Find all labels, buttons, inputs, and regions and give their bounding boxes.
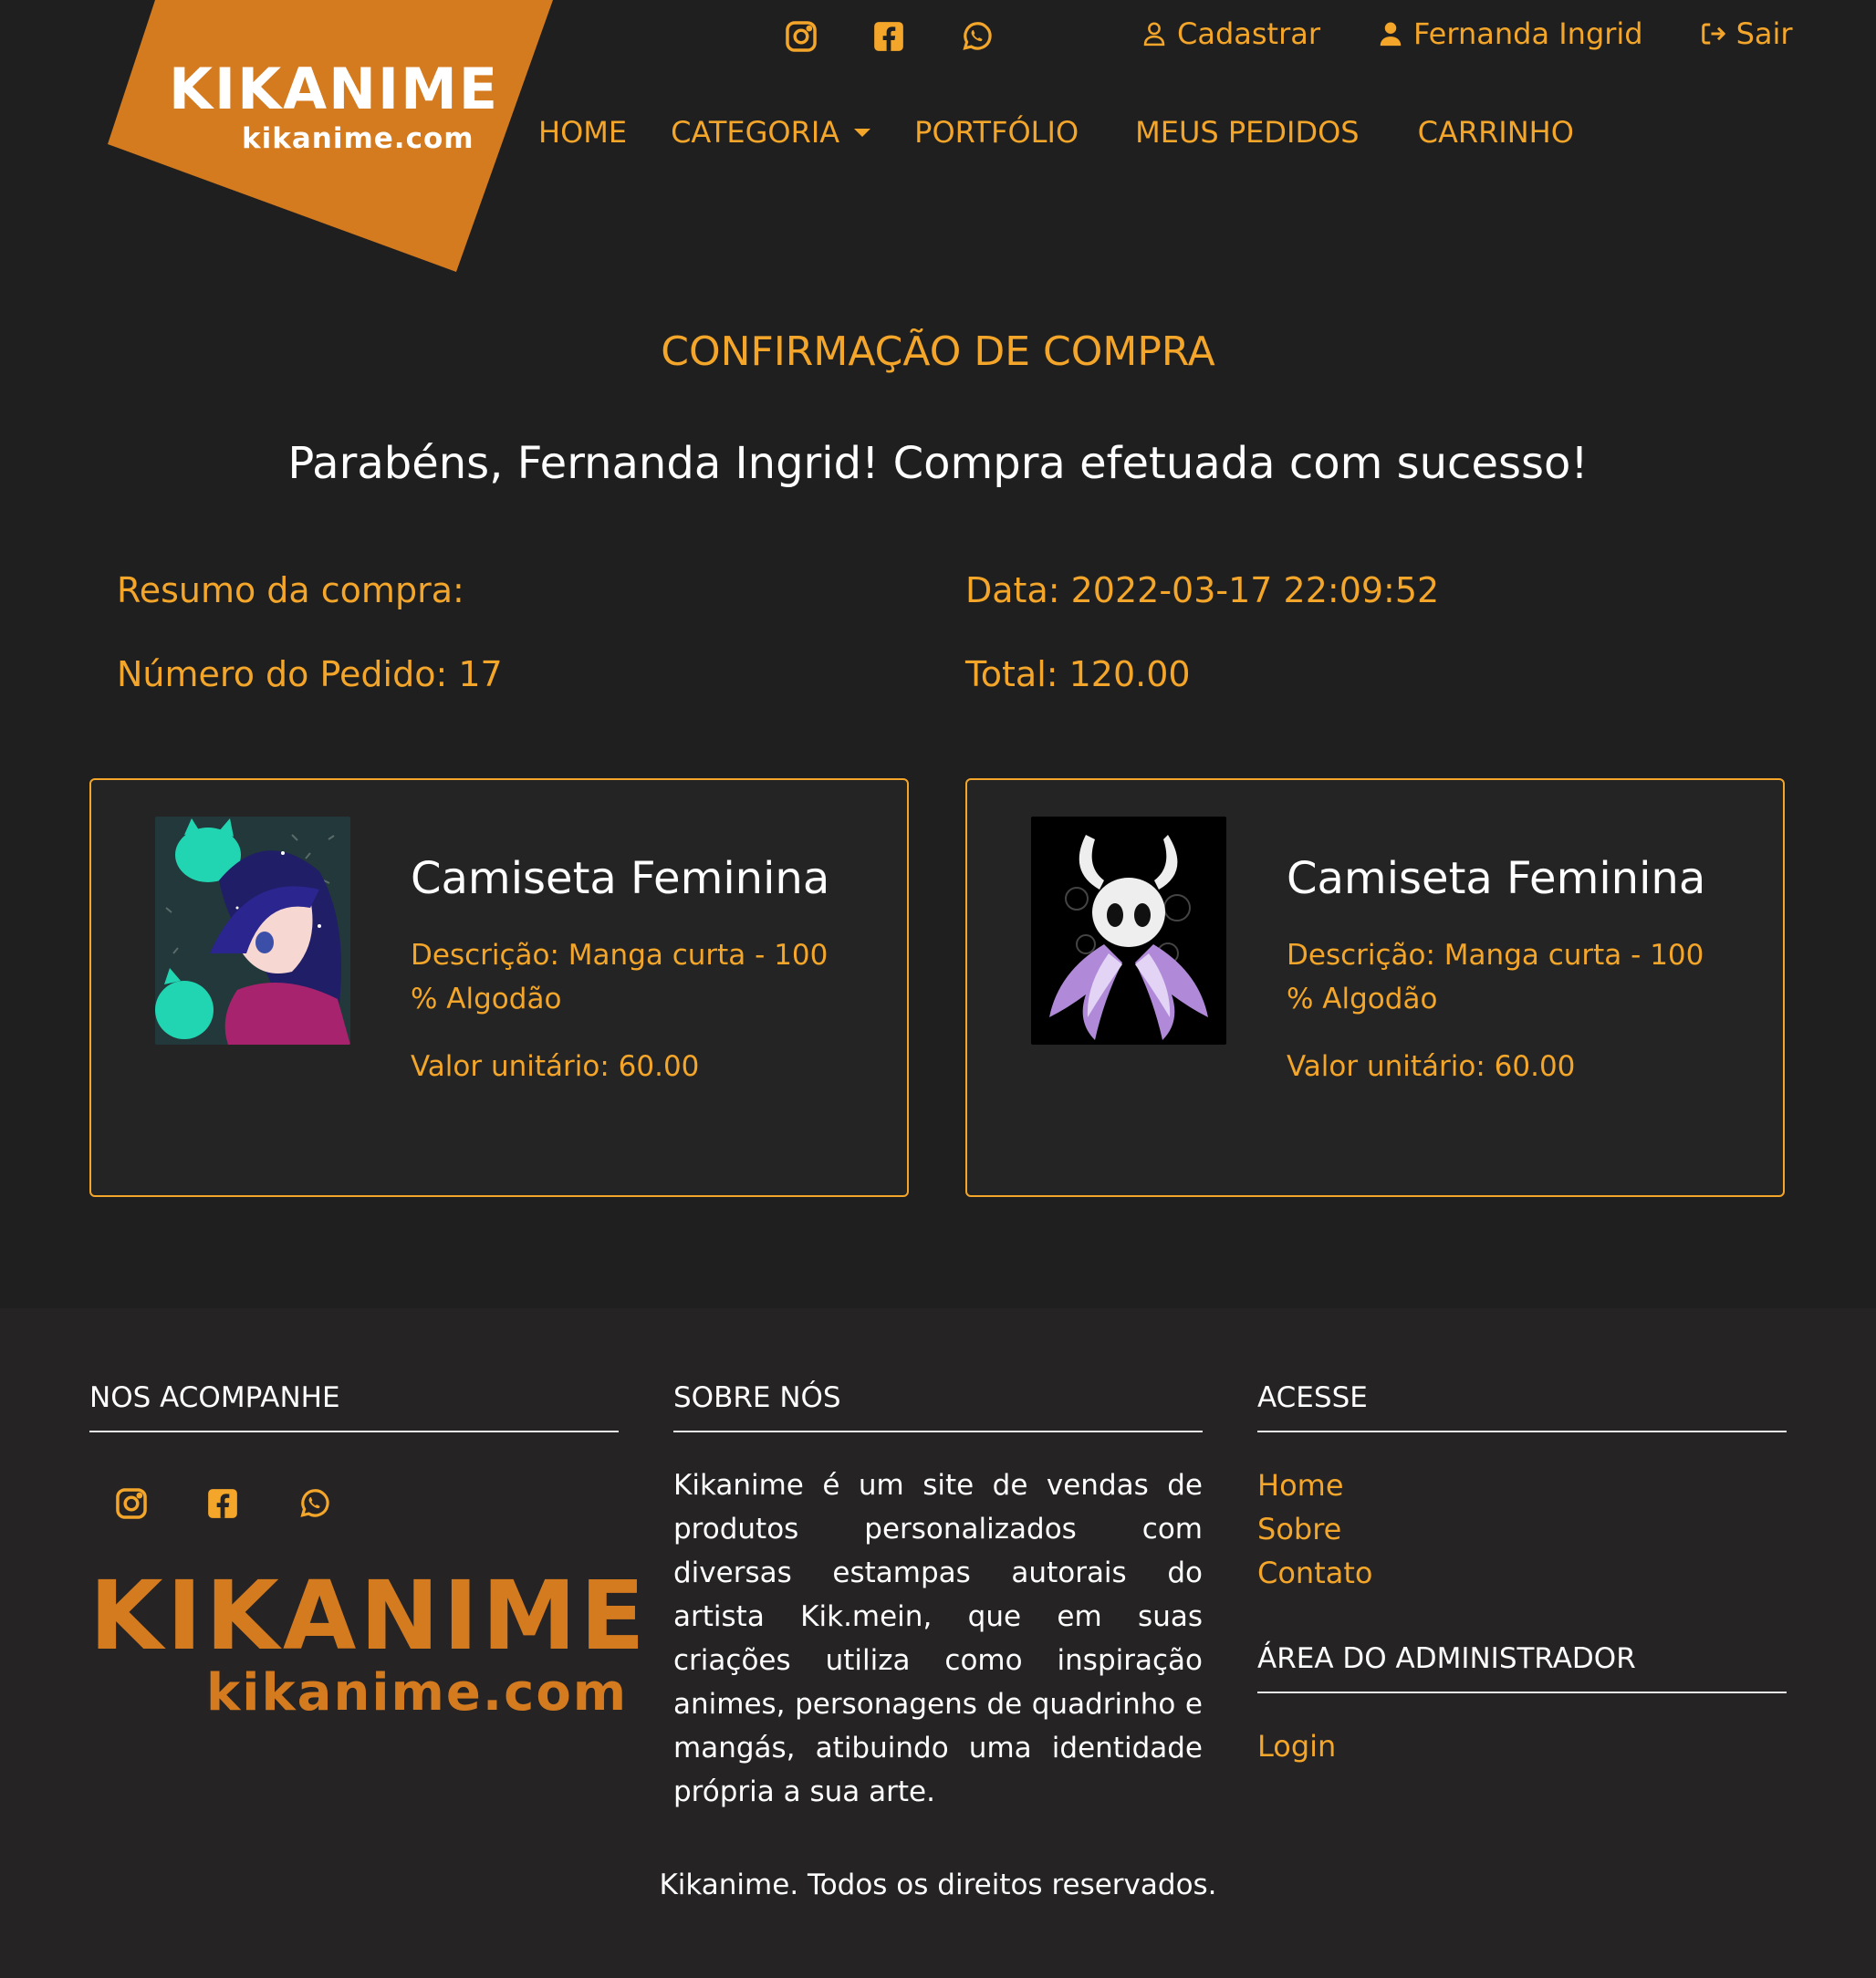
whatsapp-icon[interactable] (958, 18, 995, 55)
footer-admin-links: Login (1257, 1724, 1787, 1768)
product-image (1031, 817, 1226, 1045)
order-item-card: Camiseta Feminina Descrição: Manga curta… (89, 778, 909, 1197)
nav-cart[interactable]: CARRINHO (1418, 115, 1574, 150)
footer-link-login[interactable]: Login (1257, 1724, 1787, 1768)
nav-portfolio[interactable]: PORTFÓLIO (914, 115, 1079, 150)
footer-logo-domain: kikanime.com (206, 1663, 629, 1723)
product-title: Camiseta Feminina (1287, 853, 1706, 904)
register-link[interactable]: Cadastrar (1141, 16, 1320, 51)
product-image (155, 817, 350, 1045)
nav-home[interactable]: HOME (538, 115, 627, 150)
product-description: Descrição: Manga curta - 100 % Algodão (1287, 939, 1704, 1015)
nav-category-label: CATEGORIA (671, 115, 840, 150)
whatsapp-icon[interactable] (296, 1485, 332, 1522)
logo[interactable]: KIKANIME kikanime.com (169, 56, 500, 156)
footer-access-heading: ACESSE (1257, 1381, 1787, 1432)
footer-link-contact[interactable]: Contato (1257, 1551, 1787, 1595)
footer-admin-heading: ÁREA DO ADMINISTRADOR (1257, 1642, 1787, 1693)
success-message: Parabéns, Fernanda Ingrid! Compra efetua… (287, 438, 1589, 489)
summary-label: Resumo da compra: (117, 570, 464, 610)
user-name-label: Fernanda Ingrid (1413, 16, 1643, 51)
nav-category[interactable]: CATEGORIA (671, 115, 871, 150)
header: KIKANIME kikanime.com Cadastrar Fernanda… (0, 0, 1876, 292)
register-label: Cadastrar (1177, 16, 1321, 51)
logout-label: Sair (1735, 16, 1793, 51)
footer-access-section: ACESSE Home Sobre Contato ÁREA DO ADMINI… (1257, 1381, 1787, 1768)
footer-follow-heading: NOS ACOMPANHE (89, 1381, 619, 1432)
product-description: Descrição: Manga curta - 100 % Algodão (411, 939, 829, 1015)
copyright: Kikanime. Todos os direitos reservados. (659, 1869, 1217, 1901)
footer-access-links: Home Sobre Contato (1257, 1463, 1787, 1595)
order-total: Total: 120.00 (965, 654, 1191, 694)
user-links: Cadastrar Fernanda Ingrid Sair (1141, 16, 1793, 51)
user-outline-icon (1143, 22, 1165, 47)
social-links (783, 18, 995, 55)
logout-link[interactable]: Sair (1700, 16, 1793, 51)
user-icon (1380, 22, 1402, 47)
footer-logo: KIKANIME kikanime.com (89, 1560, 649, 1723)
footer-link-about[interactable]: Sobre (1257, 1507, 1787, 1551)
order-number: Número do Pedido: 17 (117, 654, 503, 694)
product-price: Valor unitário: 60.00 (1287, 1050, 1576, 1083)
order-date: Data: 2022-03-17 22:09:52 (965, 570, 1440, 610)
footer-logo-name: KIKANIME (89, 1560, 649, 1671)
user-profile-link[interactable]: Fernanda Ingrid (1377, 16, 1643, 51)
instagram-icon[interactable] (783, 18, 819, 55)
footer-follow-section: NOS ACOMPANHE KIKANIME kikanime.com (89, 1381, 649, 1723)
facebook-icon[interactable] (204, 1485, 241, 1522)
order-item-card: Camiseta Feminina Descrição: Manga curta… (965, 778, 1785, 1197)
sign-out-icon (1701, 23, 1725, 45)
facebook-icon[interactable] (870, 18, 907, 55)
product-title: Camiseta Feminina (411, 853, 830, 904)
product-price: Valor unitário: 60.00 (411, 1050, 700, 1083)
logo-name: KIKANIME (169, 56, 500, 122)
footer-about-section: SOBRE NÓS Kikanime é um site de vendas d… (673, 1381, 1203, 1814)
caret-down-icon (854, 128, 871, 137)
main-nav: HOME CATEGORIA PORTFÓLIO MEUS PEDIDOS CA… (538, 115, 1574, 150)
page-title: CONFIRMAÇÃO DE COMPRA (661, 328, 1215, 375)
footer-link-home[interactable]: Home (1257, 1463, 1787, 1507)
footer: NOS ACOMPANHE KIKANIME kikanime.com SOBR… (0, 1308, 1876, 1978)
logo-domain: kikanime.com (242, 122, 474, 155)
footer-social-links (89, 1485, 619, 1522)
footer-about-text: Kikanime é um site de vendas de produtos… (673, 1469, 1203, 1808)
nav-my-orders[interactable]: MEUS PEDIDOS (1135, 115, 1359, 150)
footer-about-heading: SOBRE NÓS (673, 1381, 1203, 1432)
instagram-icon[interactable] (113, 1485, 150, 1522)
